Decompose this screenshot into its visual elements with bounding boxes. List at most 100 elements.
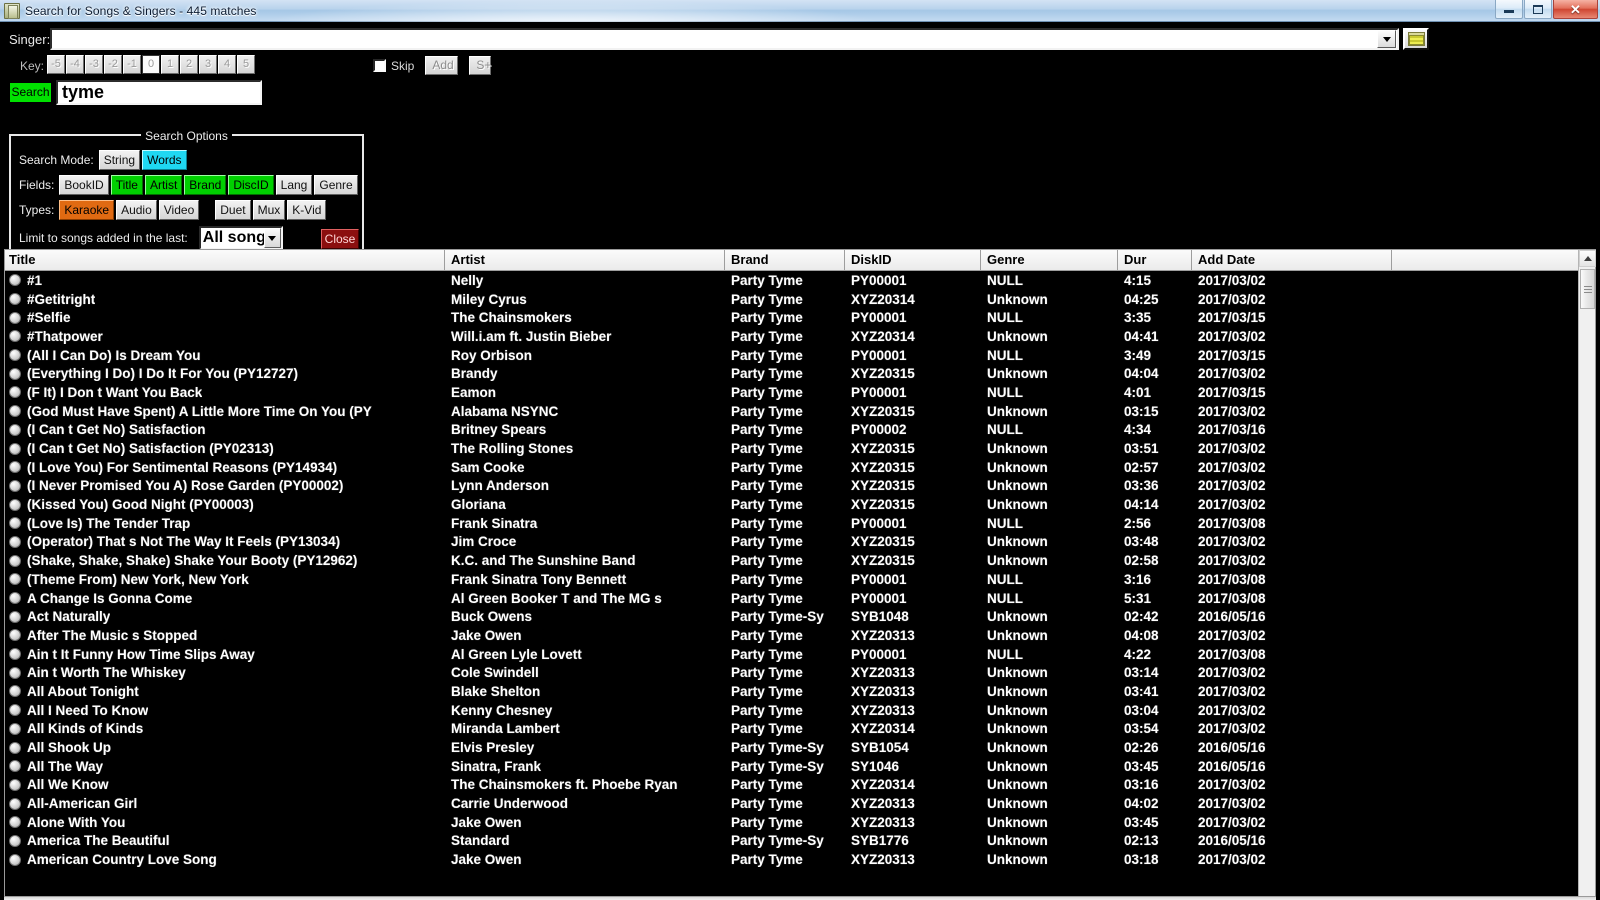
key-button-minus5[interactable]: -5 <box>47 55 65 74</box>
table-row[interactable]: (Kissed You) Good Night (PY00003) Glorian… <box>5 495 1580 514</box>
table-row[interactable]: (Everything I Do) I Do It For You (PY127… <box>5 364 1580 383</box>
table-row[interactable]: All I Need To Know Kenny Chesney Party Tym… <box>5 701 1580 720</box>
key-button-2[interactable]: 2 <box>180 55 198 74</box>
table-row[interactable]: (Love Is) The Tender Trap Frank Sinatra Pa… <box>5 514 1580 533</box>
table-row[interactable]: #1 Nelly Party Tyme PY00001 NULL 4:15 2017/03/… <box>5 271 1580 290</box>
maximize-button[interactable] <box>1524 0 1552 19</box>
table-row[interactable]: (God Must Have Spent) A Little More Time… <box>5 402 1580 421</box>
cell-title: American Country Love Song <box>5 852 445 867</box>
key-button-minus1[interactable]: -1 <box>123 55 141 74</box>
field-genre[interactable]: Genre <box>314 175 358 195</box>
field-brand[interactable]: Brand <box>184 175 227 195</box>
cell-brand: Party Tyme-Sy <box>731 758 824 774</box>
table-row[interactable]: (All I Can Do) Is Dream You Roy Orbison Pa… <box>5 346 1580 365</box>
cell-title: All I Need To Know <box>5 703 445 718</box>
type-video[interactable]: Video <box>158 200 200 220</box>
table-row[interactable]: All Kinds of Kinds Miranda Lambert Party T… <box>5 720 1580 739</box>
table-row[interactable]: Act Naturally Buck Owens Party Tyme-Sy SYB1… <box>5 607 1580 626</box>
results-rows: #1 Nelly Party Tyme PY00001 NULL 4:15 2017/03/… <box>5 271 1580 897</box>
field-bookid[interactable]: BookID <box>59 175 109 195</box>
close-options-button[interactable]: Close <box>321 229 359 249</box>
key-button-minus4[interactable]: -4 <box>66 55 84 74</box>
close-button[interactable]: ✕ <box>1553 0 1598 19</box>
column-header-genre[interactable]: Genre <box>981 250 1118 271</box>
cell-date: 2016/05/16 <box>1198 740 1266 756</box>
singer-input[interactable] <box>52 30 1377 48</box>
cell-genre: NULL <box>987 347 1023 363</box>
column-header-add-date[interactable]: Add Date <box>1192 250 1392 271</box>
table-row[interactable]: (Theme From) New York, New York Frank Sin… <box>5 570 1580 589</box>
key-button-0[interactable]: 0 <box>142 55 160 74</box>
table-row[interactable]: #Getitright Miley Cyrus Party Tyme XYZ20314… <box>5 290 1580 309</box>
table-row[interactable]: American Country Love Song Jake Owen Party… <box>5 850 1580 869</box>
browse-folder-button[interactable] <box>1403 28 1429 50</box>
search-mode-words[interactable]: Words <box>142 150 187 170</box>
field-artist[interactable]: Artist <box>144 175 183 195</box>
column-header-title[interactable]: Title <box>5 250 445 271</box>
table-row[interactable]: (Shake, Shake, Shake) Shake Your Booty (… <box>5 551 1580 570</box>
table-row[interactable]: Ain t It Funny How Time Slips Away Al Gre… <box>5 645 1580 664</box>
key-button-1[interactable]: 1 <box>161 55 179 74</box>
singer-combobox[interactable] <box>50 28 1399 50</box>
table-row[interactable]: A Change Is Gonna Come Al Green Booker T … <box>5 589 1580 608</box>
table-row[interactable]: (F It) I Don t Want You Back Eamon Party T… <box>5 383 1580 402</box>
fields-label: Fields: <box>19 178 55 192</box>
table-row[interactable]: (Operator) That s Not The Way It Feels (… <box>5 533 1580 552</box>
column-header-brand[interactable]: Brand <box>725 250 845 271</box>
scroll-thumb[interactable] <box>1580 269 1595 309</box>
column-header-dur[interactable]: Dur <box>1118 250 1192 271</box>
table-row[interactable]: All About Tonight Blake Shelton Party Tyme… <box>5 682 1580 701</box>
singer-dropdown-button[interactable] <box>1377 30 1396 48</box>
table-row[interactable]: All Shook Up Elvis Presley Party Tyme-Sy SY… <box>5 738 1580 757</box>
key-button-5[interactable]: 5 <box>237 55 255 74</box>
skip-checkbox[interactable] <box>373 59 386 72</box>
table-row[interactable]: All We Know The Chainsmokers ft. Phoebe R… <box>5 776 1580 795</box>
key-button-minus2[interactable]: -2 <box>104 55 122 74</box>
skip-control-group: Skip Add S+ <box>373 56 491 75</box>
search-input[interactable] <box>58 82 260 103</box>
type-audio[interactable]: Audio <box>116 200 157 220</box>
cell-title: (I Can t Get No) Satisfaction <box>5 422 445 437</box>
column-header-diskid[interactable]: DiskID <box>845 250 981 271</box>
table-row[interactable]: #Selfie The Chainsmokers Party Tyme PY00001… <box>5 308 1580 327</box>
table-row[interactable]: Alone With You Jake Owen Party Tyme XYZ2031… <box>5 813 1580 832</box>
table-row[interactable]: America The Beautiful Standard Party Tyme-… <box>5 832 1580 851</box>
table-row[interactable]: (I Love You) For Sentimental Reasons (PY… <box>5 458 1580 477</box>
add-button[interactable]: Add <box>425 56 459 75</box>
scroll-up-button[interactable] <box>1579 250 1596 267</box>
table-row[interactable]: After The Music s Stopped Jake Owen Party … <box>5 626 1580 645</box>
field-discid[interactable]: DiscID <box>228 175 274 195</box>
type-mux[interactable]: Mux <box>252 200 286 220</box>
key-button-4[interactable]: 4 <box>218 55 236 74</box>
cell-diskid: XYZ20314 <box>851 291 915 307</box>
field-lang[interactable]: Lang <box>275 175 313 195</box>
table-row[interactable]: (I Never Promised You A) Rose Garden (PY… <box>5 477 1580 496</box>
search-button[interactable]: Search <box>9 82 52 103</box>
field-title[interactable]: Title <box>110 175 143 195</box>
type-karaoke[interactable]: Karaoke <box>59 200 115 220</box>
cell-genre: NULL <box>987 422 1023 438</box>
window-title-bar[interactable]: Search for Songs & Singers - 445 matches… <box>0 0 1600 22</box>
cell-genre: Unknown <box>987 534 1048 550</box>
column-header-artist[interactable]: Artist <box>445 250 725 271</box>
cell-date: 2017/03/08 <box>1198 590 1266 606</box>
key-button-minus3[interactable]: -3 <box>85 55 103 74</box>
search-mode-string[interactable]: String <box>98 150 141 170</box>
table-row[interactable]: #Thatpower Will.i.am ft. Justin Bieber Par… <box>5 327 1580 346</box>
table-row[interactable]: (I Can t Get No) Satisfaction Britney Spe… <box>5 421 1580 440</box>
limit-dropdown-button[interactable] <box>263 228 281 248</box>
table-row[interactable]: Ain t Worth The Whiskey Cole Swindell Part… <box>5 663 1580 682</box>
type-duet[interactable]: Duet <box>215 200 251 220</box>
vertical-scrollbar[interactable] <box>1578 250 1596 896</box>
minimize-button[interactable] <box>1495 0 1523 19</box>
key-button-3[interactable]: 3 <box>199 55 217 74</box>
type-k-vid[interactable]: K-Vid <box>287 200 327 220</box>
singer-plus-button[interactable]: S+ <box>469 56 491 75</box>
search-input-wrapper[interactable] <box>56 80 262 105</box>
table-row[interactable]: (I Can t Get No) Satisfaction (PY02313) T… <box>5 439 1580 458</box>
limit-select[interactable]: All songs <box>198 226 283 250</box>
table-row[interactable]: All The Way Sinatra, Frank Party Tyme-Sy SY… <box>5 757 1580 776</box>
cell-title-text: All-American Girl <box>27 796 138 812</box>
cell-title: (Theme From) New York, New York <box>5 572 445 587</box>
table-row[interactable]: All-American Girl Carrie Underwood Party T… <box>5 794 1580 813</box>
